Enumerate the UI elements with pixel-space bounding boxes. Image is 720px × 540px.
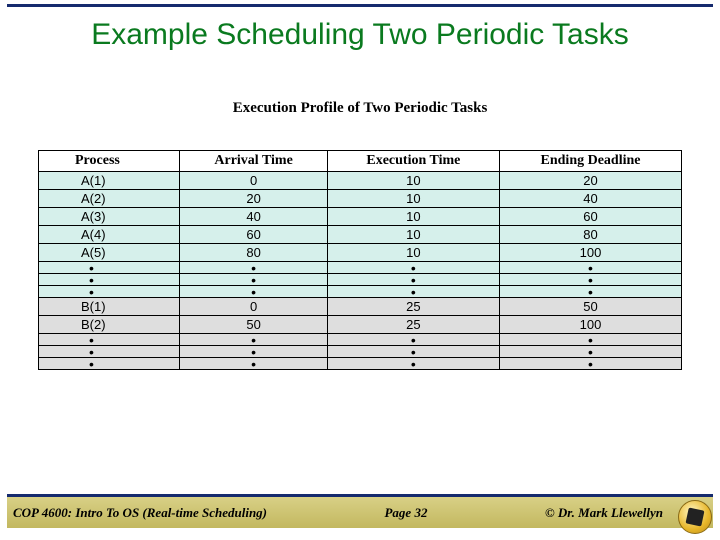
cell-deadline: 100 xyxy=(500,244,682,262)
cell-exec: 25 xyxy=(327,316,499,334)
dot-icon: • xyxy=(500,286,682,298)
table-row-dots: • • • • xyxy=(39,346,682,358)
col-deadline: Ending Deadline xyxy=(500,151,682,172)
dot-icon: • xyxy=(39,286,180,298)
cell-arrival: 60 xyxy=(180,226,327,244)
cell-arrival: 80 xyxy=(180,244,327,262)
cell-deadline: 40 xyxy=(500,190,682,208)
cell-deadline: 60 xyxy=(500,208,682,226)
table-title: Execution Profile of Two Periodic Tasks xyxy=(0,100,720,117)
cell-exec: 10 xyxy=(327,208,499,226)
dot-icon: • xyxy=(327,358,499,370)
table-header-row: Process Arrival Time Execution Time Endi… xyxy=(39,151,682,172)
cell-process: A(2) xyxy=(39,190,180,208)
cell-process: A(5) xyxy=(39,244,180,262)
footer-course: COP 4600: Intro To OS (Real-time Schedul… xyxy=(7,505,267,521)
footer-page: Page 32 xyxy=(267,505,545,521)
ucf-logo-icon xyxy=(678,500,712,534)
slide-title: Example Scheduling Two Periodic Tasks xyxy=(0,18,720,52)
table-row: A(3) 40 10 60 xyxy=(39,208,682,226)
cell-process: A(4) xyxy=(39,226,180,244)
dot-icon: • xyxy=(39,334,180,346)
cell-process: B(1) xyxy=(39,298,180,316)
cell-arrival: 0 xyxy=(180,298,327,316)
col-exec: Execution Time xyxy=(327,151,499,172)
dot-icon: • xyxy=(180,358,327,370)
table-row: B(1) 0 25 50 xyxy=(39,298,682,316)
dot-icon: • xyxy=(39,274,180,286)
cell-exec: 10 xyxy=(327,244,499,262)
dot-icon: • xyxy=(180,286,327,298)
col-process: Process xyxy=(39,151,180,172)
table-row-dots: • • • • xyxy=(39,358,682,370)
table-row-dots: • • • • xyxy=(39,274,682,286)
cell-exec: 10 xyxy=(327,226,499,244)
table-row-dots: • • • • xyxy=(39,262,682,274)
cell-arrival: 40 xyxy=(180,208,327,226)
table-row-dots: • • • • xyxy=(39,286,682,298)
cell-exec: 10 xyxy=(327,172,499,190)
footer-bar: COP 4600: Intro To OS (Real-time Schedul… xyxy=(7,494,713,528)
cell-exec: 25 xyxy=(327,298,499,316)
cell-exec: 10 xyxy=(327,190,499,208)
cell-process: B(2) xyxy=(39,316,180,334)
cell-deadline: 100 xyxy=(500,316,682,334)
dot-icon: • xyxy=(39,262,180,274)
cell-deadline: 20 xyxy=(500,172,682,190)
table-row: A(2) 20 10 40 xyxy=(39,190,682,208)
profile-table: Process Arrival Time Execution Time Endi… xyxy=(38,150,682,370)
table: Process Arrival Time Execution Time Endi… xyxy=(38,150,682,370)
cell-process: A(3) xyxy=(39,208,180,226)
cell-arrival: 20 xyxy=(180,190,327,208)
cell-deadline: 80 xyxy=(500,226,682,244)
table-row: B(2) 50 25 100 xyxy=(39,316,682,334)
table-row: A(1) 0 10 20 xyxy=(39,172,682,190)
cell-process: A(1) xyxy=(39,172,180,190)
table-row-dots: • • • • xyxy=(39,334,682,346)
slide: Example Scheduling Two Periodic Tasks Ex… xyxy=(0,0,720,540)
top-rule xyxy=(7,4,713,7)
dot-icon: • xyxy=(500,358,682,370)
dot-icon: • xyxy=(327,286,499,298)
dot-icon: • xyxy=(39,346,180,358)
cell-arrival: 50 xyxy=(180,316,327,334)
table-row: A(4) 60 10 80 xyxy=(39,226,682,244)
logo-glyph-icon xyxy=(686,508,705,527)
cell-arrival: 0 xyxy=(180,172,327,190)
table-body: A(1) 0 10 20 A(2) 20 10 40 A(3) 40 10 60 xyxy=(39,172,682,370)
dot-icon: • xyxy=(39,358,180,370)
col-arrival: Arrival Time xyxy=(180,151,327,172)
table-row: A(5) 80 10 100 xyxy=(39,244,682,262)
cell-deadline: 50 xyxy=(500,298,682,316)
